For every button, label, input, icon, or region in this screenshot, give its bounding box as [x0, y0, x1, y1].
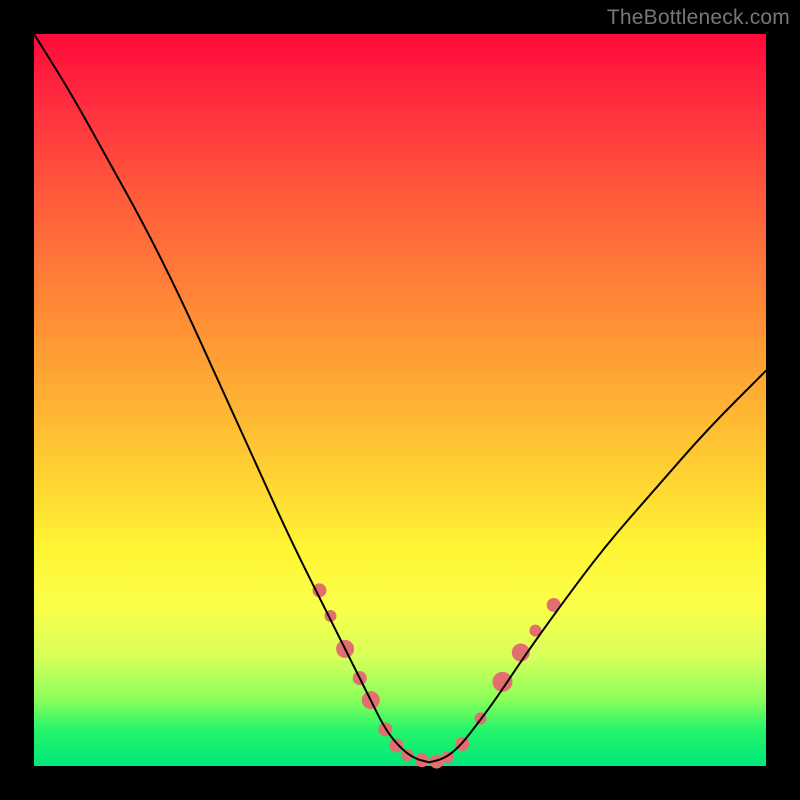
plot-area: [34, 34, 766, 766]
markers-group: [312, 583, 560, 768]
chart-svg: [34, 34, 766, 766]
data-marker: [389, 739, 403, 753]
watermark-text: TheBottleneck.com: [607, 6, 790, 30]
curve-left: [34, 34, 429, 762]
data-marker: [312, 583, 326, 597]
curve-right: [429, 371, 766, 763]
chart-frame: TheBottleneck.com: [0, 0, 800, 800]
